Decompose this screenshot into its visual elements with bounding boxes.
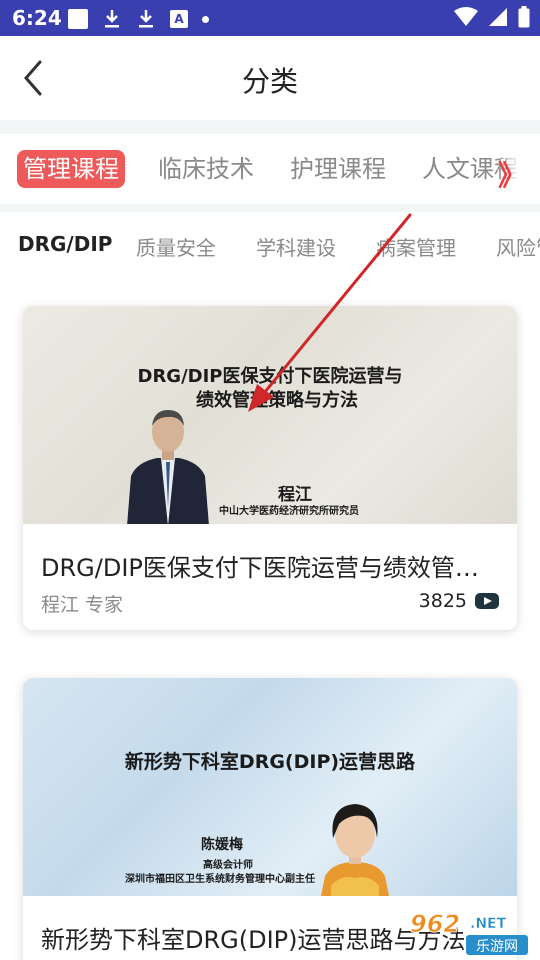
category-tabs: 管理课程 临床技术 护理课程 人文课程 》 bbox=[0, 134, 540, 204]
notification-icons: A bbox=[68, 8, 209, 30]
tab-clinical-tech[interactable]: 临床技术 bbox=[158, 150, 254, 188]
signal-icon bbox=[489, 8, 507, 26]
thumbnail-presenter-role: 高级会计师 bbox=[203, 860, 253, 871]
notification-square-icon bbox=[68, 9, 88, 29]
play-icon bbox=[475, 593, 499, 609]
course-title: DRG/DIP医保支付下医院运营与绩效管理策略与方法 bbox=[41, 554, 501, 582]
wifi-icon bbox=[454, 7, 478, 26]
tab-nursing-courses[interactable]: 护理课程 bbox=[290, 150, 386, 188]
thumbnail-title: DRG/DIP医保支付下医院运营与 bbox=[137, 366, 403, 387]
system-icons bbox=[454, 6, 530, 28]
subtab-discipline-building[interactable]: 学科建设 bbox=[256, 232, 336, 261]
download-icon bbox=[102, 8, 122, 30]
course-card[interactable]: DRG/DIP医保支付下医院运营与 绩效管理策略与方法 程江 中山大学医药经济研… bbox=[23, 306, 517, 630]
watermark-text: 乐游网 bbox=[476, 939, 518, 955]
course-thumbnail: 新形势下科室DRG(DIP)运营思路 陈媛梅 高级会计师 深圳市福田区卫生系统财… bbox=[23, 678, 517, 896]
view-count: 3825 bbox=[419, 590, 499, 612]
thumbnail-presenter-affiliation: 深圳市福田区卫生系统财务管理中心副主任 bbox=[125, 874, 315, 885]
watermark-number: 962 bbox=[410, 910, 460, 938]
view-count-value: 3825 bbox=[418, 590, 467, 612]
course-author: 程江 专家 bbox=[41, 594, 124, 616]
tab-management-courses[interactable]: 管理课程 bbox=[17, 150, 125, 188]
app-notification-icon: A bbox=[170, 10, 188, 28]
course-thumbnail: DRG/DIP医保支付下医院运营与 绩效管理策略与方法 程江 中山大学医药经济研… bbox=[23, 306, 517, 524]
page-title: 分类 bbox=[241, 65, 298, 98]
presenter-photo bbox=[321, 804, 389, 896]
app-header: 分类 bbox=[0, 36, 540, 120]
status-time: 6:24 bbox=[12, 6, 62, 30]
subtab-risk-management[interactable]: 风险管理 bbox=[496, 232, 540, 261]
presenter-photo bbox=[127, 410, 209, 524]
divider bbox=[0, 204, 540, 212]
watermark-suffix: .NET bbox=[470, 916, 507, 932]
subtab-medical-records[interactable]: 病案管理 bbox=[376, 232, 456, 261]
divider bbox=[0, 120, 540, 134]
download-icon bbox=[136, 8, 156, 30]
double-chevron-right-icon[interactable]: 》 bbox=[498, 154, 526, 194]
more-notifications-dot-icon bbox=[202, 15, 209, 23]
thumbnail-title: 新形势下科室DRG(DIP)运营思路 bbox=[124, 751, 416, 773]
battery-icon bbox=[518, 6, 530, 28]
thumbnail-title: 绩效管理策略与方法 bbox=[196, 390, 358, 411]
subcategory-tabs: DRG/DIP 质量安全 学科建设 病案管理 风险管理 bbox=[0, 212, 540, 278]
thumbnail-presenter-name: 陈媛梅 bbox=[201, 837, 243, 853]
thumbnail-presenter-affiliation: 中山大学医药经济研究所研究员 bbox=[219, 506, 359, 517]
watermark-logo: 962 .NET 乐游网 bbox=[404, 908, 532, 956]
subtab-quality-safety[interactable]: 质量安全 bbox=[136, 232, 216, 261]
subtab-drg-dip[interactable]: DRG/DIP bbox=[18, 232, 112, 256]
status-bar: 6:24 A bbox=[0, 0, 540, 36]
